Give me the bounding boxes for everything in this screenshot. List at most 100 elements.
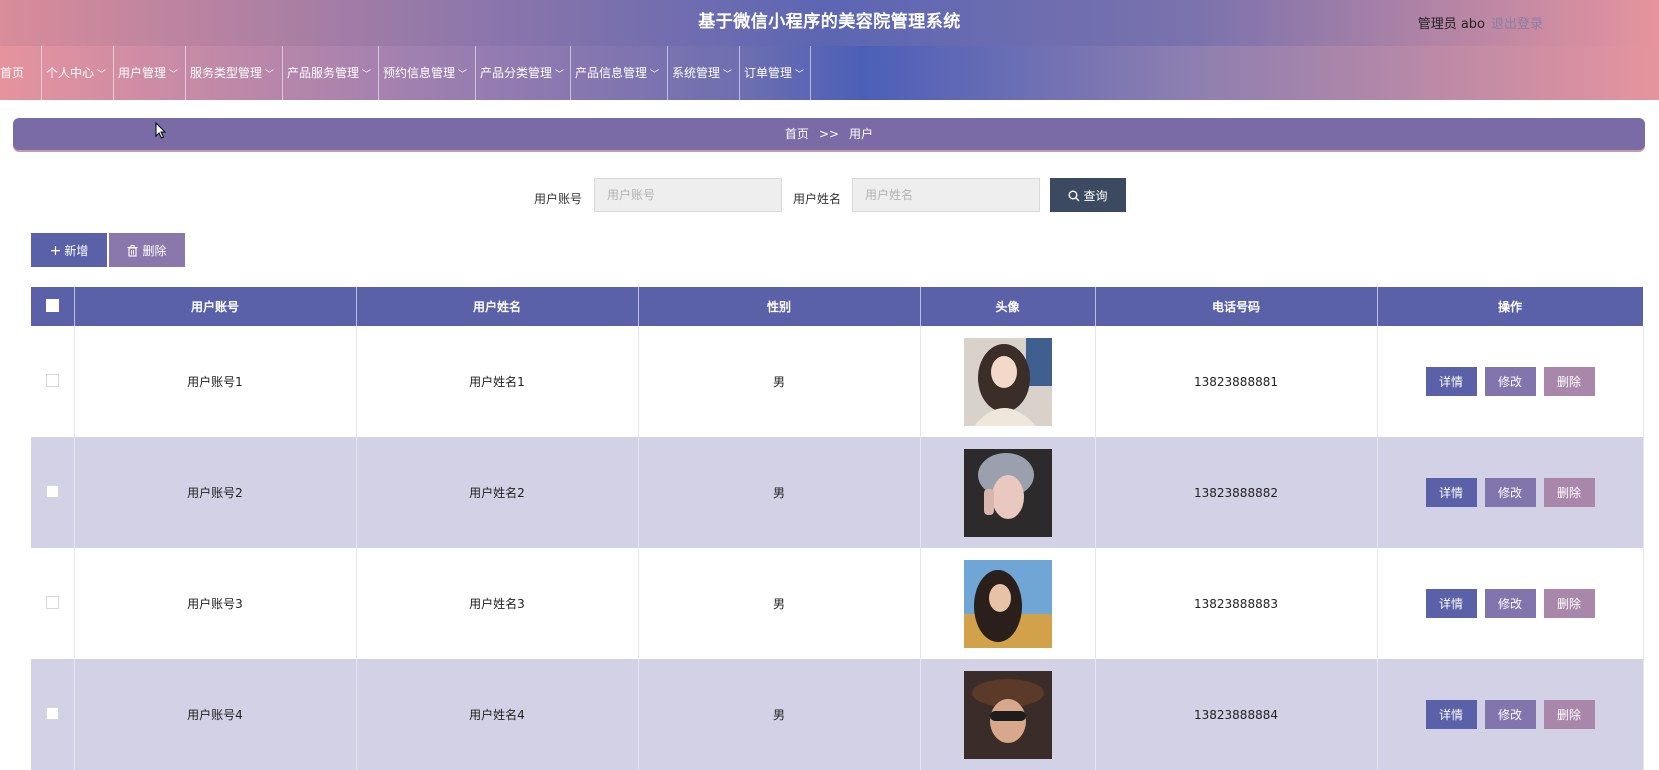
detail-button[interactable]: 详情: [1425, 478, 1477, 507]
detail-button[interactable]: 详情: [1425, 367, 1477, 396]
nav-item-label: 用户管理: [118, 66, 167, 80]
table-header-row: 用户账号 用户姓名 性别 头像 电话号码 操作: [31, 287, 1644, 326]
nav-item-orders[interactable]: 订单管理 ﹀: [740, 46, 811, 100]
cell-avatar: [920, 659, 1096, 770]
plus-icon: +: [49, 242, 62, 259]
nav-item-label: 产品服务管理: [287, 66, 360, 80]
chevron-down-icon: ﹀: [169, 70, 179, 80]
column-header-gender: 性别: [638, 287, 921, 326]
cell-gender: 男: [638, 548, 921, 659]
nav-item-label: 系统管理: [672, 66, 721, 80]
logout-link[interactable]: 退出登录: [1491, 13, 1543, 32]
nav-item-label: 个人中心: [46, 66, 95, 80]
nav-item-product-service[interactable]: 产品服务管理 ﹀: [283, 46, 379, 100]
chevron-down-icon: ﹀: [795, 70, 805, 80]
cell-phone: 13823888882: [1095, 437, 1378, 548]
edit-button[interactable]: 修改: [1484, 700, 1536, 729]
nav-item-service-type[interactable]: 服务类型管理 ﹀: [186, 46, 283, 100]
select-all-cell: [31, 287, 75, 326]
cell-phone: 13823888883: [1095, 548, 1378, 659]
row-checkbox[interactable]: [45, 373, 59, 387]
column-header-avatar: 头像: [920, 287, 1096, 326]
avatar-image[interactable]: [963, 448, 1052, 537]
user-table: 用户账号 用户姓名 性别 头像 电话号码 操作 用户账号1 用户姓名1 男 13…: [31, 287, 1644, 770]
nav-item-product-info[interactable]: 产品信息管理 ﹀: [571, 46, 668, 100]
delete-button[interactable]: 删除: [1543, 478, 1595, 507]
cell-actions: 详情 修改 删除: [1377, 326, 1644, 437]
breadcrumb-current: 用户: [849, 127, 874, 141]
nav-item-label: 服务类型管理: [190, 66, 263, 80]
avatar-image[interactable]: [963, 670, 1052, 759]
row-checkbox[interactable]: [45, 484, 59, 498]
trash-icon: [127, 244, 138, 257]
chevron-down-icon: ﹀: [555, 70, 565, 80]
add-button-label: 新增: [64, 243, 89, 258]
chevron-down-icon: ﹀: [723, 70, 733, 80]
cell-gender: 男: [638, 326, 921, 437]
cell-avatar: [920, 326, 1096, 437]
nav-item-label: 产品分类管理: [480, 66, 553, 80]
nav-item-system[interactable]: 系统管理 ﹀: [668, 46, 740, 100]
name-search-input[interactable]: [852, 178, 1040, 212]
search-icon: [1068, 190, 1080, 201]
column-header-phone: 电话号码: [1095, 287, 1378, 326]
column-header-account: 用户账号: [74, 287, 357, 326]
nav-item-label: 产品信息管理: [575, 66, 648, 80]
cell-account: 用户账号1: [74, 326, 357, 437]
edit-button[interactable]: 修改: [1484, 367, 1536, 396]
detail-button[interactable]: 详情: [1425, 589, 1477, 618]
cell-actions: 详情 修改 删除: [1377, 548, 1644, 659]
nav-item-personal-center[interactable]: 个人中心 ﹀: [42, 46, 114, 100]
bulk-delete-button-label: 删除: [142, 243, 167, 258]
chevron-down-icon: ﹀: [265, 70, 275, 80]
breadcrumb-home[interactable]: 首页: [785, 127, 809, 141]
chevron-down-icon: ﹀: [97, 70, 107, 80]
column-header-actions: 操作: [1377, 287, 1644, 326]
cell-actions: 详情 修改 删除: [1377, 659, 1644, 770]
nav-item-label: 首页: [0, 66, 25, 80]
search-button-label: 查询: [1083, 188, 1108, 203]
nav-item-appointment[interactable]: 预约信息管理 ﹀: [379, 46, 476, 100]
breadcrumb-separator: >>: [818, 127, 840, 141]
select-all-checkbox[interactable]: [45, 298, 59, 312]
account-search-input[interactable]: [594, 178, 782, 212]
cell-name: 用户姓名2: [356, 437, 639, 548]
cell-avatar: [920, 437, 1096, 548]
cell-actions: 详情 修改 删除: [1377, 437, 1644, 548]
edit-button[interactable]: 修改: [1484, 478, 1536, 507]
row-checkbox[interactable]: [45, 706, 59, 720]
chevron-down-icon: ﹀: [650, 70, 660, 80]
nav-item-product-category[interactable]: 产品分类管理 ﹀: [476, 46, 571, 100]
cell-name: 用户姓名3: [356, 548, 639, 659]
edit-button[interactable]: 修改: [1484, 589, 1536, 618]
nav-item-label: 订单管理: [744, 66, 793, 80]
detail-button[interactable]: 详情: [1425, 700, 1477, 729]
avatar-image[interactable]: [963, 337, 1052, 426]
cell-account: 用户账号3: [74, 548, 357, 659]
nav-item-home[interactable]: 首页: [0, 46, 42, 100]
delete-button[interactable]: 删除: [1543, 700, 1595, 729]
search-button[interactable]: 查询: [1050, 178, 1126, 212]
delete-button[interactable]: 删除: [1543, 589, 1595, 618]
table-row: 用户账号2 用户姓名2 男 13823888882 详情 修改 删除: [31, 437, 1644, 548]
cell-name: 用户姓名4: [356, 659, 639, 770]
avatar-image[interactable]: [963, 559, 1052, 648]
nav-item-user-management[interactable]: 用户管理 ﹀: [114, 46, 186, 100]
cell-avatar: [920, 548, 1096, 659]
account-search-label: 用户账号: [534, 192, 583, 206]
row-checkbox[interactable]: [45, 595, 59, 609]
delete-button[interactable]: 删除: [1543, 367, 1595, 396]
add-button[interactable]: + 新增: [31, 233, 107, 267]
nav-item-label: 预约信息管理: [383, 66, 456, 80]
bulk-delete-button[interactable]: 删除: [109, 233, 185, 267]
table-row: 用户账号3 用户姓名3 男 13823888883 详情 修改 删除: [31, 548, 1644, 659]
table-row: 用户账号1 用户姓名1 男 13823888881 详情 修改 删除: [31, 326, 1644, 437]
cell-name: 用户姓名1: [356, 326, 639, 437]
table-row: 用户账号4 用户姓名4 男 13823888884 详情 修改 删除: [31, 659, 1644, 770]
top-header: 基于微信小程序的美容院管理系统 管理员 abo 退出登录: [0, 0, 1659, 46]
chevron-down-icon: ﹀: [458, 70, 468, 80]
cell-account: 用户账号2: [74, 437, 357, 548]
current-user: 管理员 abo: [1417, 17, 1485, 32]
cell-phone: 13823888884: [1095, 659, 1378, 770]
name-search-label: 用户姓名: [793, 192, 842, 206]
